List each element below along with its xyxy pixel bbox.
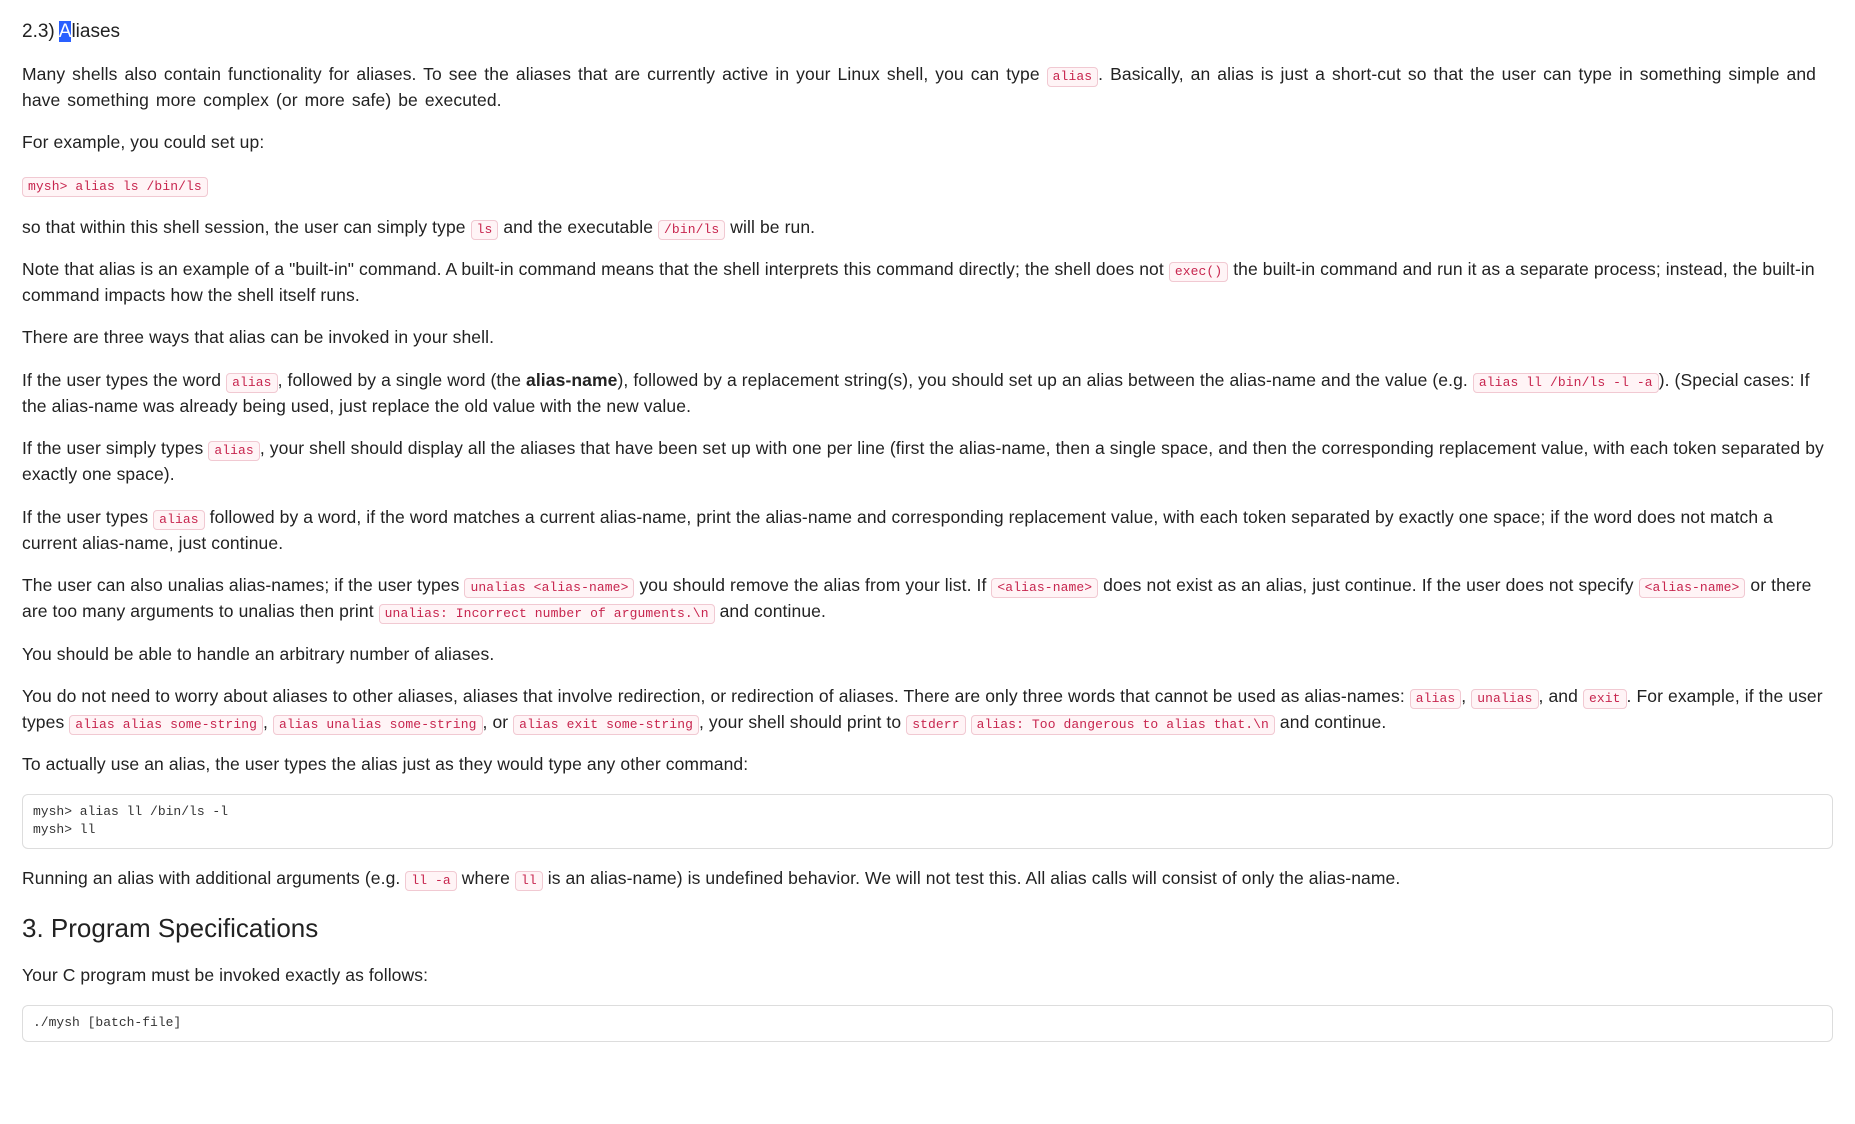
text: will be run.	[725, 217, 815, 237]
paragraph-after-setup: so that within this shell session, the u…	[22, 214, 1833, 240]
paragraph-builtin: Note that alias is an example of a "buil…	[22, 256, 1833, 309]
code-danger-msg: alias: Too dangerous to alias that.\n	[971, 715, 1275, 735]
alias-name-strong: alias-name	[526, 370, 617, 390]
paragraph-way-1: If the user types the word alias, follow…	[22, 367, 1833, 420]
paragraph-three-ways: There are three ways that alias can be i…	[22, 324, 1833, 350]
text: so that within this shell session, the u…	[22, 217, 471, 237]
selection-highlight: A	[59, 21, 72, 42]
code-alias-name: <alias-name>	[1639, 578, 1746, 598]
text: is an alias-name) is undefined behavior.…	[543, 868, 1401, 888]
text: ,	[1461, 686, 1471, 706]
text: ,	[263, 712, 273, 732]
text: , your shell should display all the alia…	[22, 438, 1824, 484]
text: followed by a word, if the word matches …	[22, 507, 1773, 553]
code-binls: /bin/ls	[658, 220, 725, 240]
code-alias-ll: alias ll /bin/ls -l -a	[1473, 373, 1659, 393]
text: does not exist as an alias, just continu…	[1098, 575, 1638, 595]
code-alias-exit-string: alias exit some-string	[513, 715, 699, 735]
code-block-invoke: ./mysh [batch-file]	[22, 1005, 1833, 1042]
text: and continue.	[715, 601, 826, 621]
code-unalias-word: unalias	[1471, 689, 1538, 709]
paragraph-code-setup: mysh> alias ls /bin/ls	[22, 171, 1833, 197]
code-alias: alias	[226, 373, 278, 393]
code-block-alias-example: mysh> alias ll /bin/ls -l mysh> ll	[22, 794, 1833, 850]
text: If the user types the word	[22, 370, 226, 390]
text: If the user simply types	[22, 438, 208, 458]
code-alias-name: <alias-name>	[991, 578, 1098, 598]
paragraph-example-lead: For example, you could set up:	[22, 129, 1833, 155]
text: If the user types	[22, 507, 153, 527]
section-title-text: Aliases	[59, 18, 120, 47]
text: and continue.	[1275, 712, 1386, 732]
text: ), followed by a replacement string(s), …	[617, 370, 1472, 390]
code-alias-alias-string: alias alias some-string	[69, 715, 263, 735]
code-alias: alias	[1047, 67, 1099, 87]
section-3-heading: 3. Program Specifications	[22, 909, 1833, 948]
text: , your shell should print to	[699, 712, 906, 732]
code-exec: exec()	[1169, 262, 1228, 282]
code-ls: ls	[471, 220, 499, 240]
code-ll: ll	[515, 871, 543, 891]
section-title-rest: liases	[71, 21, 120, 42]
code-alias: alias	[153, 510, 205, 530]
section-2-3-heading: 2.3) Aliases	[22, 18, 1833, 47]
text: You do not need to worry about aliases t…	[22, 686, 1410, 706]
document-page: 2.3) Aliases Many shells also contain fu…	[0, 0, 1855, 1098]
paragraph-arbitrary: You should be able to handle an arbitrar…	[22, 641, 1833, 667]
text: , or	[483, 712, 514, 732]
code-stderr: stderr	[906, 715, 965, 735]
paragraph-way-3: If the user types alias followed by a wo…	[22, 504, 1833, 557]
text: Running an alias with additional argumen…	[22, 868, 405, 888]
text: where	[457, 868, 515, 888]
paragraph-intro: Many shells also contain functionality f…	[22, 61, 1833, 114]
text: , and	[1539, 686, 1583, 706]
text: , followed by a single word (the	[278, 370, 526, 390]
section-number: 2.3)	[22, 18, 55, 47]
text: Note that alias is an example of a "buil…	[22, 259, 1169, 279]
code-unalias-error: unalias: Incorrect number of arguments.\…	[379, 604, 715, 624]
code-alias-unalias-string: alias unalias some-string	[273, 715, 483, 735]
text	[966, 712, 971, 732]
code-alias: alias	[208, 441, 260, 461]
code-exit-word: exit	[1583, 689, 1627, 709]
code-alias-word: alias	[1410, 689, 1462, 709]
text: you should remove the alias from your li…	[634, 575, 991, 595]
code-alias-setup: mysh> alias ls /bin/ls	[22, 177, 208, 197]
text: The user can also unalias alias-names; i…	[22, 575, 464, 595]
text: Many shells also contain functionality f…	[22, 64, 1047, 84]
code-ll-a: ll -a	[405, 871, 457, 891]
paragraph-way-2: If the user simply types alias, your she…	[22, 435, 1833, 488]
paragraph-use-alias: To actually use an alias, the user types…	[22, 751, 1833, 777]
paragraph-spec-intro: Your C program must be invoked exactly a…	[22, 962, 1833, 988]
code-unalias-alias-name: unalias <alias-name>	[464, 578, 634, 598]
paragraph-unalias: The user can also unalias alias-names; i…	[22, 572, 1833, 625]
text: and the executable	[498, 217, 658, 237]
paragraph-forbidden: You do not need to worry about aliases t…	[22, 683, 1833, 736]
paragraph-undefined: Running an alias with additional argumen…	[22, 865, 1833, 891]
